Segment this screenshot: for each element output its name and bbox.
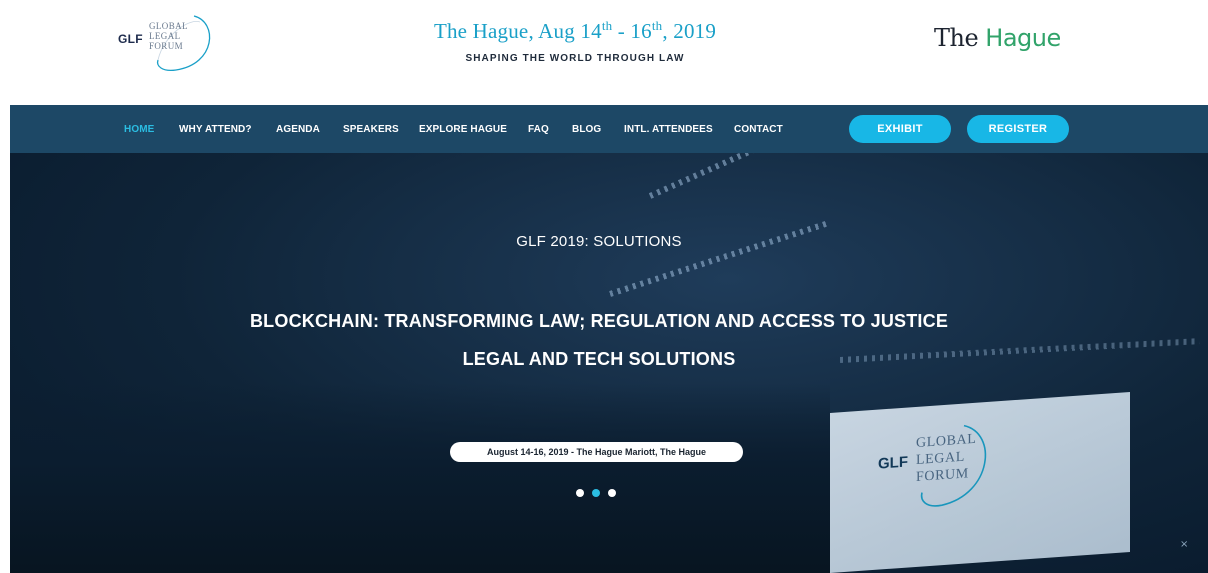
- register-button[interactable]: REGISTER: [967, 115, 1069, 143]
- glf-logo-words: GLOBAL LEGAL FORUM: [149, 21, 188, 51]
- hero-tagline: GLF 2019: SOLUTIONS: [516, 233, 682, 250]
- hague-logo-part: The: [934, 24, 986, 52]
- nav-item-home[interactable]: HOME: [124, 124, 154, 135]
- nav-item-intl-attendees[interactable]: INTL. ATTENDEES: [624, 124, 713, 135]
- event-heading: The Hague, Aug 14th - 16th, 2019 SHAPING…: [380, 18, 770, 64]
- ceiling-truss: [609, 220, 830, 297]
- carousel-dots: [576, 489, 626, 499]
- hero-headline-secondary: LEGAL AND TECH SOLUTIONS: [462, 349, 736, 369]
- hero-headline: BLOCKCHAIN: TRANSFORMING LAW; REGULATION…: [249, 311, 949, 331]
- nav-item-agenda[interactable]: AGENDA: [276, 124, 320, 135]
- carousel-dot-3[interactable]: [608, 489, 616, 497]
- nav-item-blog[interactable]: BLOG: [572, 124, 601, 135]
- glf-logo-word: GLOBAL: [149, 21, 188, 31]
- exhibit-button[interactable]: EXHIBIT: [849, 115, 951, 143]
- event-title: The Hague, Aug 14th - 16th, 2019: [380, 18, 770, 44]
- event-title-middle: - 16: [612, 19, 652, 43]
- event-title-suffix: , 2019: [662, 19, 717, 43]
- event-title-sup: th: [651, 18, 663, 33]
- glf-logo-word: LEGAL: [149, 31, 181, 41]
- ceiling-truss: [648, 153, 862, 199]
- close-icon[interactable]: ×: [1180, 539, 1188, 550]
- screen-logo-words: GLOBAL LEGAL FORUM: [916, 431, 976, 486]
- event-subtitle: SHAPING THE WORLD THROUGH LAW: [465, 53, 685, 64]
- audience-backdrop: [10, 383, 830, 573]
- event-title-sup: th: [601, 18, 613, 33]
- nav-item-speakers[interactable]: SPEAKERS: [343, 124, 399, 135]
- top-header: GLF GLOBAL LEGAL FORUM The Hague, Aug 14…: [0, 0, 1208, 105]
- event-title-prefix: The Hague, Aug 14: [433, 19, 602, 43]
- glf-logo[interactable]: GLF GLOBAL LEGAL FORUM: [118, 12, 218, 74]
- nav-item-why-attend[interactable]: WHY ATTEND?: [179, 124, 252, 135]
- screen-logo-abbr: GLF: [878, 453, 908, 473]
- hague-logo-accent: Hague: [985, 24, 1061, 52]
- nav-item-contact[interactable]: CONTACT: [734, 124, 783, 135]
- stage-screen: GLF GLOBAL LEGAL FORUM: [830, 392, 1130, 573]
- carousel-dot-2[interactable]: [592, 489, 600, 497]
- the-hague-logo[interactable]: The Hague: [934, 24, 1061, 52]
- hero-banner: GLF GLOBAL LEGAL FORUM GLF 2019: SOLUTIO…: [10, 153, 1208, 573]
- carousel-dot-1[interactable]: [576, 489, 584, 497]
- glf-logo-abbr: GLF: [118, 32, 143, 46]
- nav-item-explore-hague[interactable]: EXPLORE HAGUE: [419, 124, 507, 135]
- main-nav: HOME WHY ATTEND? AGENDA SPEAKERS EXPLORE…: [10, 105, 1208, 153]
- event-date-badge: August 14-16, 2019 - The Hague Mariott, …: [450, 442, 743, 462]
- glf-logo-word: FORUM: [149, 41, 184, 51]
- nav-item-faq[interactable]: FAQ: [528, 124, 549, 135]
